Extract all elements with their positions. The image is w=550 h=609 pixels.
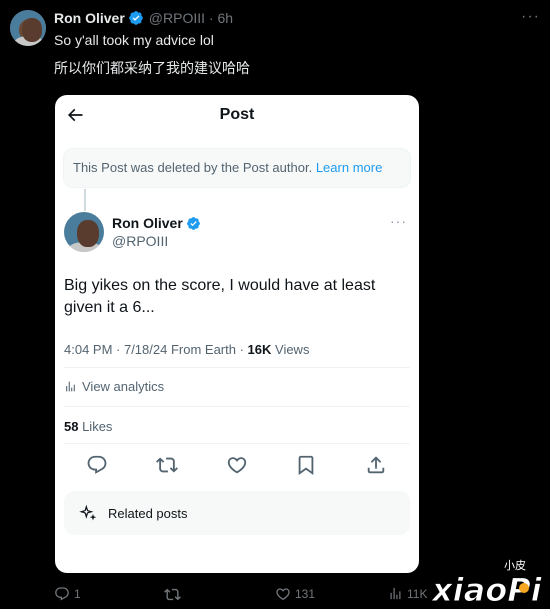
views-button[interactable]: 11K [388, 586, 427, 601]
divider [64, 443, 410, 444]
inner-post-text: Big yikes on the score, I would have at … [64, 277, 376, 316]
share-icon [367, 456, 385, 474]
author-handle-time[interactable]: @RPOIII · 6h [149, 10, 233, 26]
likes-count-row: 58 Likes [64, 419, 112, 434]
like-count: 131 [295, 587, 316, 601]
learn-more-link: Learn more [315, 160, 383, 175]
inner-author-handle: @RPOIII [112, 233, 169, 249]
reply-icon [55, 587, 69, 601]
reply-count: 1 [74, 587, 81, 601]
inner-action-bar [55, 454, 419, 478]
likes-label: Likes [78, 419, 113, 434]
tweet: Ron Oliver @RPOIII · 6h ··· So y'all too… [0, 0, 550, 609]
meta-time: 4:04 PM · 7/18/24 From Earth · [64, 342, 248, 357]
card-title: Post [219, 106, 255, 123]
tweet-header: Ron Oliver @RPOIII · 6h [54, 10, 233, 26]
avatar[interactable] [10, 10, 46, 46]
more-options-icon[interactable]: ··· [521, 8, 540, 26]
like-icon [227, 457, 247, 474]
tweet-text-line-2: 所以你们都采纳了我的建议哈哈 [54, 60, 250, 76]
like-icon [276, 588, 290, 601]
tweet-text-line-1: So y'all took my advice lol [54, 32, 214, 48]
deleted-text: This Post was deleted by the Post author… [73, 160, 313, 175]
analytics-icon [66, 381, 75, 392]
embedded-screenshot[interactable]: Post This Post was deleted by the Post a… [55, 95, 419, 573]
bookmark-icon [298, 455, 314, 476]
views-label: Views [271, 342, 310, 357]
retweet-icon [164, 588, 181, 601]
reply-icon [87, 455, 107, 474]
card-header: Post [55, 95, 419, 135]
author-name[interactable]: Ron Oliver [54, 10, 125, 26]
analytics-label: View analytics [82, 379, 165, 394]
likes-count: 58 [64, 419, 79, 434]
inner-author-name: Ron Oliver [112, 215, 183, 231]
views-count: 16K [247, 342, 272, 357]
sparkle-icon [79, 504, 97, 521]
divider [64, 367, 410, 368]
watermark-logo: 小皮 xiaoPi [430, 559, 543, 609]
views-icon [390, 587, 401, 600]
inner-author-name-row: Ron Oliver [112, 215, 201, 231]
related-posts: Related posts [64, 491, 410, 535]
view-analytics: View analytics [64, 379, 164, 394]
retweet-icon [156, 457, 178, 473]
verified-badge-icon [186, 216, 200, 230]
verified-badge-icon [128, 11, 143, 25]
inner-more-icon: ··· [390, 213, 407, 229]
like-button[interactable]: 131 [275, 586, 315, 602]
inner-avatar [64, 212, 104, 252]
thread-line [84, 189, 86, 211]
retweet-button[interactable] [164, 586, 185, 603]
views-count: 11K [407, 586, 428, 601]
post-meta: 4:04 PM · 7/18/24 From Earth · 16K Views [64, 342, 309, 357]
related-posts-label: Related posts [108, 505, 188, 521]
reply-button[interactable]: 1 [54, 586, 81, 602]
divider [64, 406, 410, 407]
deleted-notice: This Post was deleted by the Post author… [63, 148, 411, 188]
